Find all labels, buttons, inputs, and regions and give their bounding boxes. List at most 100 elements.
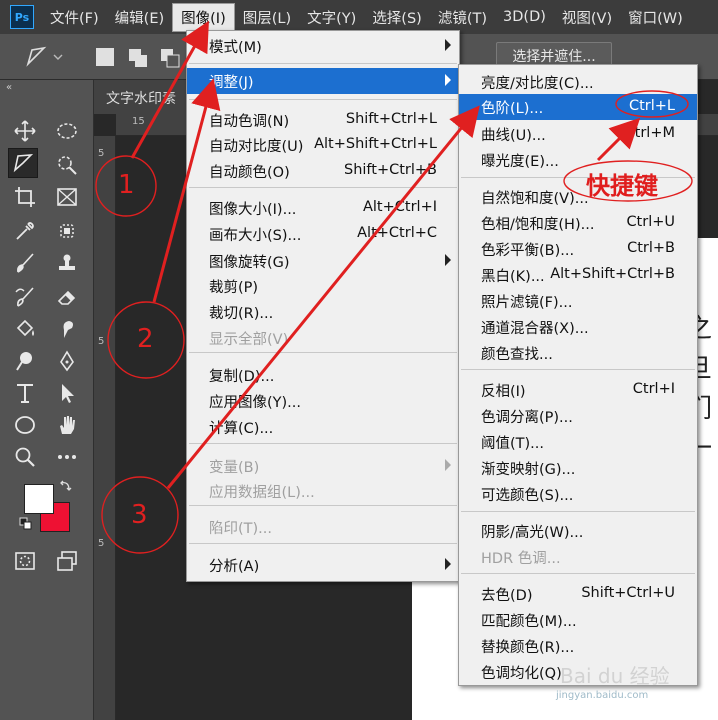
adjust-menu-item[interactable]: 照片滤镜(F)... bbox=[459, 288, 697, 314]
menu-image[interactable]: 图像(I) bbox=[172, 2, 235, 32]
adjust-menu-item-label: 色调均化(Q) bbox=[481, 665, 562, 682]
adjustments-submenu: 亮度/对比度(C)... 色阶(L)... Ctrl+L 曲线(U)... Ctrl+M… bbox=[458, 64, 698, 686]
quick-selection-tool-icon[interactable] bbox=[52, 150, 82, 180]
image-menu-item-label: 分析(A) bbox=[209, 558, 260, 575]
eyedropper-tool-icon[interactable] bbox=[10, 216, 40, 246]
adjust-menu-item-label: 匹配颜色(M)... bbox=[481, 613, 577, 630]
hand-tool-icon[interactable] bbox=[52, 410, 82, 440]
zoom-tool-icon[interactable] bbox=[10, 442, 40, 472]
crop-tool-icon[interactable] bbox=[10, 182, 40, 212]
image-menu-item[interactable]: 计算(C)... bbox=[187, 414, 459, 440]
adjust-menu-item: HDR 色调... bbox=[459, 544, 697, 570]
clone-stamp-tool-icon[interactable] bbox=[52, 248, 82, 278]
dodge-tool-icon[interactable] bbox=[10, 346, 40, 376]
submenu-arrow-icon bbox=[445, 558, 451, 570]
move-tool-icon[interactable] bbox=[10, 116, 40, 146]
foreground-color-swatch[interactable] bbox=[24, 484, 54, 514]
image-menu-item[interactable]: 图像大小(I)... Alt+Ctrl+I bbox=[187, 195, 459, 221]
adjust-menu-item-label: 颜色查找... bbox=[481, 346, 553, 363]
adjust-menu-item[interactable]: 颜色查找... bbox=[459, 340, 697, 366]
adjust-menu-item[interactable]: 阴影/高光(W)... bbox=[459, 518, 697, 544]
adjust-menu-item-shortcut: Ctrl+B bbox=[627, 240, 675, 256]
menu-layer[interactable]: 图层(L) bbox=[235, 4, 299, 31]
menu-separator bbox=[189, 505, 457, 506]
adjust-menu-item-label: 自然饱和度(V)... bbox=[481, 190, 589, 207]
adjust-menu-item-label: 色彩平衡(B)... bbox=[481, 242, 575, 259]
adjust-menu-item[interactable]: 反相(I) Ctrl+I bbox=[459, 377, 697, 403]
menu-view[interactable]: 视图(V) bbox=[554, 4, 620, 31]
menu-filter[interactable]: 滤镜(T) bbox=[430, 4, 495, 31]
adjust-menu-item-label: 渐变映射(G)... bbox=[481, 461, 576, 478]
paint-bucket-tool-icon[interactable] bbox=[10, 314, 40, 344]
menu-file[interactable]: 文件(F) bbox=[42, 4, 107, 31]
screen-mode-icon[interactable] bbox=[52, 546, 82, 576]
menu-type[interactable]: 文字(Y) bbox=[299, 4, 364, 31]
quick-mask-icon[interactable] bbox=[10, 546, 40, 576]
image-menu-item[interactable]: 分析(A) bbox=[187, 552, 459, 578]
menu-window[interactable]: 窗口(W) bbox=[620, 4, 691, 31]
adjust-menu-item[interactable]: 可选颜色(S)... bbox=[459, 481, 697, 507]
adjust-menu-item-label: 色调分离(P)... bbox=[481, 409, 573, 426]
menu-edit[interactable]: 编辑(E) bbox=[107, 4, 172, 31]
more-tools-icon[interactable] bbox=[52, 442, 82, 472]
type-tool-icon[interactable] bbox=[10, 378, 40, 408]
collapse-panel-icon[interactable]: « bbox=[6, 82, 12, 93]
adjust-menu-item[interactable]: 渐变映射(G)... bbox=[459, 455, 697, 481]
ruler-number: 5 bbox=[98, 336, 105, 347]
eraser-tool-icon[interactable] bbox=[52, 282, 82, 312]
adjust-menu-item[interactable]: 去色(D) Shift+Ctrl+U bbox=[459, 581, 697, 607]
new-selection-icon[interactable] bbox=[96, 48, 114, 66]
image-menu-item[interactable]: 调整(J) bbox=[187, 68, 459, 94]
adjust-menu-item[interactable]: 自然饱和度(V)... bbox=[459, 184, 697, 210]
image-menu-item[interactable]: 模式(M) bbox=[187, 33, 459, 59]
image-menu-item[interactable]: 自动对比度(U) Alt+Shift+Ctrl+L bbox=[187, 132, 459, 158]
adjust-menu-item[interactable]: 阈值(T)... bbox=[459, 429, 697, 455]
add-selection-icon[interactable] bbox=[128, 48, 147, 67]
adjust-menu-item-shortcut: Ctrl+L bbox=[628, 98, 675, 114]
menu-separator bbox=[189, 352, 457, 353]
history-brush-tool-icon[interactable] bbox=[10, 282, 40, 312]
image-menu-item[interactable]: 画布大小(S)... Alt+Ctrl+C bbox=[187, 221, 459, 247]
adjust-menu-item[interactable]: 色调分离(P)... bbox=[459, 403, 697, 429]
default-colors-icon[interactable] bbox=[18, 516, 34, 532]
adjust-menu-item[interactable]: 亮度/对比度(C)... bbox=[459, 69, 697, 95]
adjust-menu-item[interactable]: 黑白(K)... Alt+Shift+Ctrl+B bbox=[459, 262, 697, 288]
adjust-menu-item[interactable]: 通道混合器(X)... bbox=[459, 314, 697, 340]
adjust-menu-item-label: 可选颜色(S)... bbox=[481, 487, 574, 504]
image-menu-item[interactable]: 图像旋转(G) bbox=[187, 248, 459, 274]
frame-tool-icon[interactable] bbox=[52, 182, 82, 212]
image-menu-item-label: 自动颜色(O) bbox=[209, 164, 290, 181]
subtract-selection-icon[interactable] bbox=[160, 48, 180, 68]
image-menu-item[interactable]: 裁切(R)... bbox=[187, 299, 459, 325]
adjust-menu-item-label: 通道混合器(X)... bbox=[481, 320, 589, 337]
image-menu-item[interactable]: 裁剪(P) bbox=[187, 273, 459, 299]
image-menu-item[interactable]: 自动颜色(O) Shift+Ctrl+B bbox=[187, 158, 459, 184]
image-menu-item[interactable]: 复制(D)... bbox=[187, 362, 459, 388]
image-menu-item[interactable]: 自动色调(N) Shift+Ctrl+L bbox=[187, 107, 459, 133]
ruler-number: 15 bbox=[132, 116, 145, 127]
adjust-menu-item[interactable]: 色相/饱和度(H)... Ctrl+U bbox=[459, 210, 697, 236]
ruler-number: 5 bbox=[98, 538, 105, 549]
image-menu-item[interactable]: 应用图像(Y)... bbox=[187, 388, 459, 414]
healing-brush-tool-icon[interactable] bbox=[52, 216, 82, 246]
marquee-tool-icon[interactable] bbox=[52, 116, 82, 146]
adjust-menu-item[interactable]: 曲线(U)... Ctrl+M bbox=[459, 121, 697, 147]
lasso-tool-preset-icon[interactable] bbox=[24, 44, 63, 70]
ellipse-tool-icon[interactable] bbox=[10, 410, 40, 440]
adjust-menu-item[interactable]: 色阶(L)... Ctrl+L bbox=[459, 94, 697, 120]
adjust-menu-item[interactable]: 曝光度(E)... bbox=[459, 147, 697, 173]
menu-select[interactable]: 选择(S) bbox=[364, 4, 430, 31]
smudge-tool-icon[interactable] bbox=[52, 314, 82, 344]
polygonal-lasso-tool-icon[interactable] bbox=[8, 148, 38, 178]
adjust-menu-item-label: 阈值(T)... bbox=[481, 435, 544, 452]
pen-tool-icon[interactable] bbox=[52, 346, 82, 376]
adjust-menu-item[interactable]: 匹配颜色(M)... bbox=[459, 607, 697, 633]
menu-3d[interactable]: 3D(D) bbox=[495, 6, 554, 28]
swap-colors-icon[interactable] bbox=[58, 478, 74, 494]
adjust-menu-item-shortcut: Ctrl+M bbox=[624, 125, 675, 141]
brush-tool-icon[interactable] bbox=[10, 248, 40, 278]
adjust-menu-item[interactable]: 替换颜色(R)... bbox=[459, 633, 697, 659]
path-selection-tool-icon[interactable] bbox=[52, 378, 82, 408]
adjust-menu-item[interactable]: 色彩平衡(B)... Ctrl+B bbox=[459, 236, 697, 262]
image-menu-item-label: 画布大小(S)... bbox=[209, 227, 302, 244]
